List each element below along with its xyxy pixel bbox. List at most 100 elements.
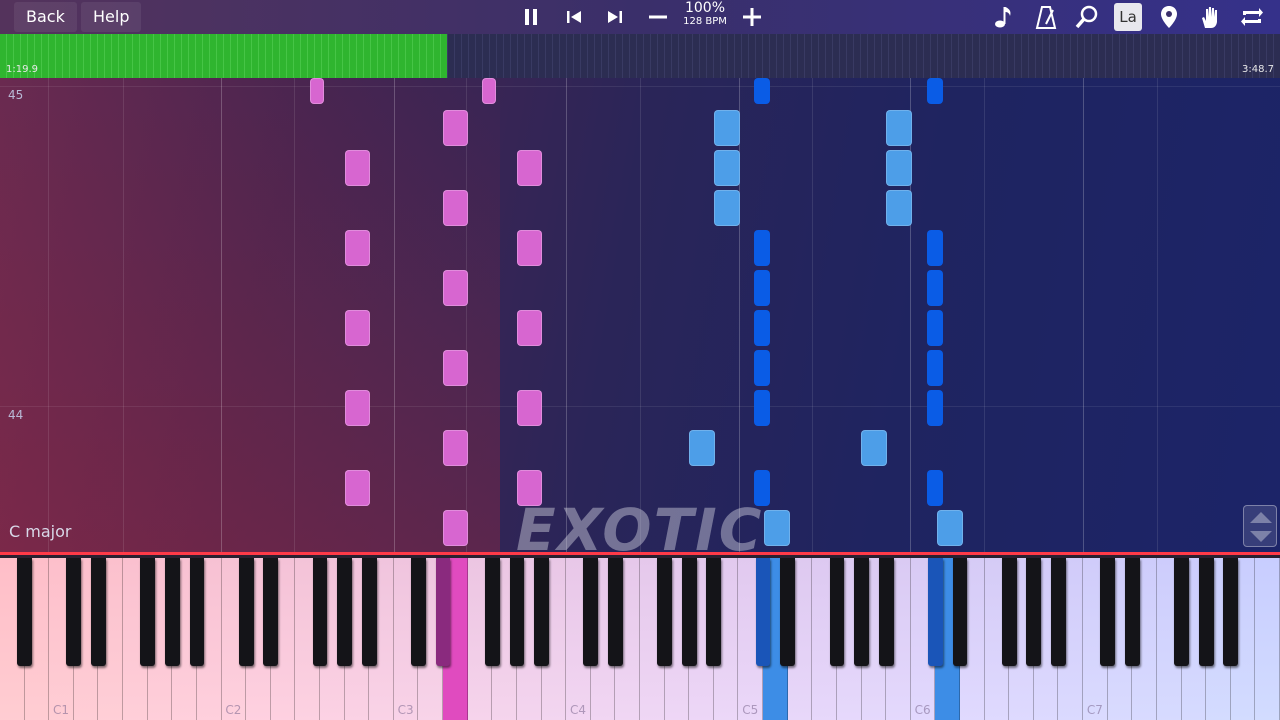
black-key[interactable] — [1198, 558, 1214, 666]
note-block — [754, 310, 770, 346]
black-key[interactable] — [66, 558, 82, 666]
black-key[interactable] — [829, 558, 845, 666]
note-block — [443, 430, 468, 466]
note-block — [714, 150, 740, 186]
black-key[interactable] — [1100, 558, 1116, 666]
note-block — [927, 350, 943, 386]
black-key[interactable] — [534, 558, 549, 666]
location-pin-icon[interactable] — [1155, 3, 1183, 31]
grid-line — [910, 78, 911, 552]
watermark-text: EXOTIC — [516, 496, 764, 552]
note-block — [345, 470, 370, 506]
metronome-icon[interactable] — [1032, 3, 1060, 31]
tempo-display: 100% 128 BPM — [676, 0, 734, 28]
black-key[interactable] — [189, 558, 205, 666]
grid-line — [394, 78, 395, 552]
note-block — [927, 230, 943, 266]
grid-line — [123, 78, 124, 552]
black-key[interactable] — [681, 558, 697, 666]
note-block — [517, 150, 542, 186]
grid-line — [984, 78, 985, 552]
black-key[interactable] — [140, 558, 156, 666]
black-key[interactable] — [583, 558, 599, 666]
roll-background-glow — [0, 78, 500, 552]
grid-line — [812, 78, 813, 552]
black-key[interactable] — [484, 558, 500, 666]
black-key[interactable] — [755, 558, 771, 666]
black-key[interactable] — [780, 558, 796, 666]
minus-icon[interactable] — [644, 3, 672, 31]
black-key[interactable] — [1001, 558, 1017, 666]
timeline-scrubber[interactable]: 1:19.9 3:48.7 — [0, 34, 1280, 78]
black-key[interactable] — [411, 558, 426, 666]
piano-roll[interactable]: 45 44 C major EXOTIC — [0, 78, 1280, 552]
note-block — [927, 390, 943, 426]
grid-line — [48, 78, 49, 552]
note-block — [927, 270, 943, 306]
note-icon[interactable] — [990, 3, 1018, 31]
grid-line — [1083, 78, 1084, 552]
black-key[interactable] — [1124, 558, 1140, 666]
black-key[interactable] — [657, 558, 672, 666]
black-key[interactable] — [854, 558, 869, 666]
magnifier-icon[interactable] — [1073, 3, 1101, 31]
grid-line — [221, 78, 222, 552]
black-key[interactable] — [608, 558, 623, 666]
black-key[interactable] — [952, 558, 968, 666]
black-key[interactable] — [1051, 558, 1066, 666]
grid-line — [640, 78, 641, 552]
note-names-icon[interactable]: La — [1114, 3, 1142, 31]
hand-icon[interactable] — [1196, 3, 1224, 31]
black-key[interactable] — [312, 558, 328, 666]
note-block — [443, 270, 468, 306]
note-block — [443, 110, 468, 146]
octave-label: C2 — [225, 703, 242, 717]
note-block — [754, 390, 770, 426]
note-block — [754, 350, 770, 386]
note-block — [927, 78, 943, 104]
black-key[interactable] — [1223, 558, 1239, 666]
black-key[interactable] — [238, 558, 254, 666]
octave-label: C5 — [742, 703, 759, 717]
measure-line — [0, 406, 1280, 407]
piano-keyboard[interactable]: C1 C2 C3 C4 C5 C6 C7 — [0, 552, 1280, 720]
note-block — [714, 190, 740, 226]
black-key[interactable] — [164, 558, 180, 666]
skip-back-icon[interactable] — [560, 3, 588, 31]
note-block — [927, 310, 943, 346]
total-time: 3:48.7 — [1242, 64, 1274, 75]
black-key[interactable] — [509, 558, 525, 666]
grid-line — [466, 78, 467, 552]
measure-line — [0, 86, 1280, 87]
note-block — [517, 310, 542, 346]
note-block — [310, 78, 324, 104]
plus-icon[interactable] — [738, 3, 766, 31]
tempo-bpm: 128 BPM — [683, 16, 727, 27]
black-key[interactable] — [878, 558, 894, 666]
black-key[interactable] — [263, 558, 279, 666]
black-key[interactable] — [17, 558, 32, 666]
white-key[interactable] — [1255, 558, 1280, 720]
loop-icon[interactable] — [1238, 3, 1266, 31]
black-key[interactable] — [1026, 558, 1042, 666]
note-block — [714, 110, 740, 146]
octave-label: C3 — [397, 703, 414, 717]
note-block — [886, 150, 912, 186]
help-button[interactable]: Help — [81, 2, 142, 32]
black-key[interactable] — [1174, 558, 1189, 666]
black-key[interactable] — [435, 558, 451, 666]
note-block — [517, 390, 542, 426]
black-key[interactable] — [928, 558, 943, 666]
back-button[interactable]: Back — [14, 2, 77, 32]
black-key[interactable] — [706, 558, 722, 666]
black-key[interactable] — [361, 558, 377, 666]
scroll-handle[interactable] — [1243, 505, 1277, 547]
octave-label: C1 — [53, 703, 70, 717]
pause-icon[interactable] — [517, 3, 545, 31]
note-block — [886, 190, 912, 226]
measure-number: 44 — [8, 408, 24, 422]
black-key[interactable] — [337, 558, 352, 666]
black-key[interactable] — [91, 558, 106, 666]
note-block — [345, 310, 370, 346]
skip-forward-icon[interactable] — [601, 3, 629, 31]
